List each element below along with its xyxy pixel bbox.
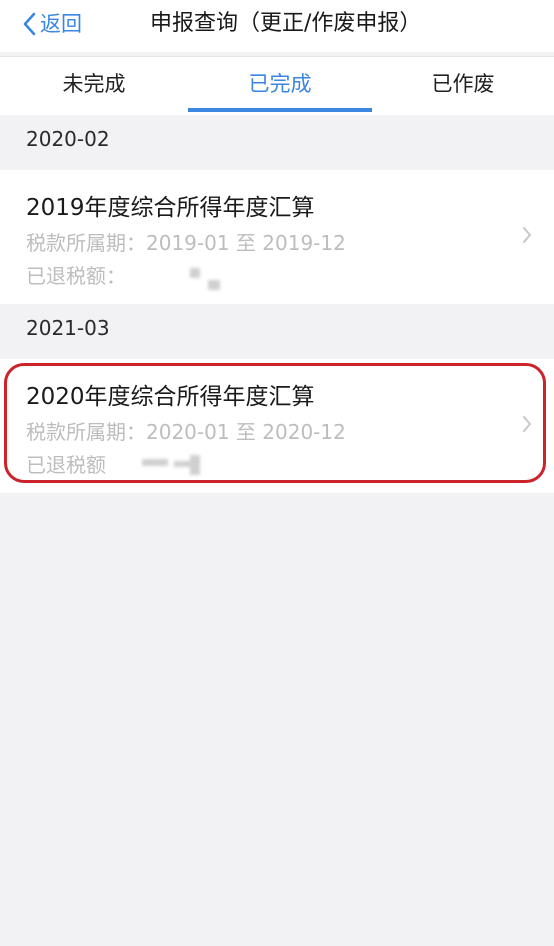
tax-period-value: 2020-01 至 2020-12 (146, 420, 346, 444)
tax-period-value: 2019-01 至 2019-12 (146, 231, 346, 255)
page-title: 申报查询（更正/作废申报） (150, 11, 422, 36)
refund-row: 已退税额 (26, 449, 106, 478)
redacted-amount (190, 455, 200, 475)
chevron-right-icon (523, 416, 531, 432)
chevron-right-icon (523, 227, 531, 243)
tab-incomplete[interactable]: 未完成 (0, 57, 188, 113)
chevron-left-icon (23, 12, 36, 36)
redacted-amount (142, 459, 168, 466)
record-title: 2020年度综合所得年度汇算 (26, 384, 315, 410)
section-date: 2020-02 (26, 127, 110, 151)
tax-period-row: 税款所属期：2019-01 至 2019-12 (26, 227, 346, 256)
record-title: 2019年度综合所得年度汇算 (26, 195, 315, 221)
declaration-record[interactable]: 2020年度综合所得年度汇算 税款所属期：2020-01 至 2020-12 已… (0, 359, 554, 493)
redacted-amount (208, 280, 220, 290)
section-date-header: 2021-03 (0, 304, 554, 360)
tax-period-row: 税款所属期：2020-01 至 2020-12 (26, 416, 346, 445)
navigation-bar: 返回 申报查询（更正/作废申报） (0, 0, 554, 52)
tab-voided[interactable]: 已作废 (372, 57, 554, 113)
tab-bar: 未完成 已完成 已作废 (0, 56, 554, 115)
tax-period-label: 税款所属期： (26, 420, 146, 444)
refund-label: 已退税额 (26, 453, 106, 477)
back-button[interactable]: 返回 (22, 8, 82, 40)
tab-completed[interactable]: 已完成 (188, 57, 372, 113)
section-date: 2021-03 (26, 316, 110, 340)
tax-period-label: 税款所属期： (26, 231, 146, 255)
back-label: 返回 (40, 11, 82, 36)
redacted-amount (190, 268, 200, 278)
refund-label: 已退税额： (26, 264, 126, 288)
declaration-record[interactable]: 2019年度综合所得年度汇算 税款所属期：2019-01 至 2019-12 已… (0, 170, 554, 304)
refund-row: 已退税额： (26, 260, 126, 289)
section-date-header: 2020-02 (0, 115, 554, 171)
active-tab-indicator (188, 108, 372, 112)
